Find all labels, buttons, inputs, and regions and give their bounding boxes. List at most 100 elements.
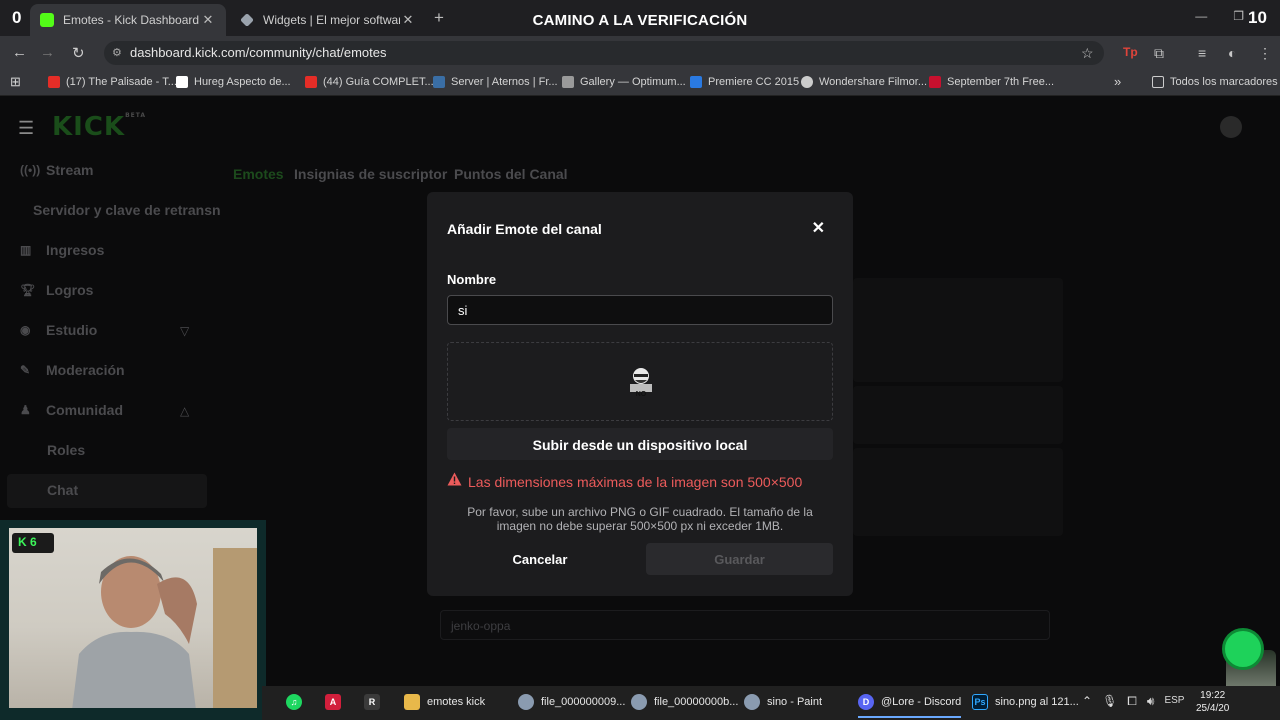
bookmark-item[interactable]: (17) The Palisade - T...: [48, 76, 177, 88]
all-bookmarks[interactable]: Todos los marcadores: [1152, 76, 1278, 88]
microphone-icon[interactable]: 🎙︎: [1102, 694, 1117, 709]
bookmark-item[interactable]: Premiere CC 2015: [690, 76, 799, 88]
sidebar-item-comunidad[interactable]: ♟ Comunidad: [20, 402, 123, 418]
back-arrow-icon[interactable]: ←: [12, 44, 27, 61]
aternos-icon: [433, 76, 445, 88]
taskbar-discord[interactable]: D @Lore - Discord: [858, 694, 962, 718]
forward-arrow-icon[interactable]: →: [40, 44, 55, 61]
close-tab-icon[interactable]: ✕: [200, 12, 216, 28]
hamburger-menu-icon[interactable]: ☰: [18, 118, 34, 139]
apps-grid-icon[interactable]: ⊞: [10, 74, 21, 90]
user-avatar[interactable]: [1220, 116, 1242, 138]
taskbar-clock[interactable]: 19:22 25/4/20: [1196, 689, 1229, 715]
bookmarks-bar: ⊞ (17) The Palisade - T... Hureg Aspecto…: [0, 70, 1280, 96]
background-panel: [853, 386, 1063, 444]
webcam-feed: [9, 528, 257, 708]
folder-icon: [1152, 76, 1164, 88]
death-counter-right: 10: [1248, 8, 1267, 27]
bookmark-item[interactable]: Wondershare Filmor...: [801, 76, 927, 88]
windows-taskbar: ♫ A R emotes kick file_000000009... file…: [262, 686, 1280, 720]
globe-icon: [801, 76, 813, 88]
chevron-up-icon[interactable]: △: [180, 404, 189, 418]
broadcast-icon: ((•)): [20, 163, 41, 177]
chevron-up-icon[interactable]: ⌃: [1082, 694, 1092, 709]
sidebar-item-stream[interactable]: ((•)) Stream: [20, 162, 93, 178]
chart-icon: ▥: [20, 243, 32, 257]
volume-icon[interactable]: 🔊︎: [1147, 694, 1155, 709]
gallery-icon: [562, 76, 574, 88]
tab-puntos[interactable]: Puntos del Canal: [454, 166, 568, 182]
bookmark-item[interactable]: September 7th Free...: [929, 76, 1054, 88]
name-label: Nombre: [447, 272, 497, 287]
tab-title: Emotes - Kick Dashboard: [63, 13, 200, 27]
bookmark-star-icon[interactable]: ☆: [1081, 45, 1094, 62]
save-button[interactable]: Guardar: [646, 543, 833, 575]
minimize-icon[interactable]: —: [1195, 9, 1207, 23]
address-bar-row: ← → ↻ ⚙ dashboard.kick.com/community/cha…: [0, 36, 1280, 70]
profile-avatar-icon[interactable]: ◐: [1228, 45, 1236, 61]
browser-menu-icon[interactable]: ⋮: [1258, 45, 1272, 62]
media-controls-icon[interactable]: ≡: [1198, 45, 1206, 61]
sidebar-active-highlight: [7, 474, 207, 508]
background-input: jenko-oppa: [440, 610, 1050, 640]
site-info-icon[interactable]: ⚙: [112, 46, 122, 59]
chevron-down-icon[interactable]: ▽: [180, 324, 189, 338]
bookmark-item[interactable]: (44) Guía COMPLET...: [305, 76, 434, 88]
tab-widgets[interactable]: Widgets | El mejor software pa ✕: [230, 4, 426, 36]
extensions-puzzle-icon[interactable]: ⧉: [1154, 45, 1164, 62]
taskbar-paint-2[interactable]: file_00000000b...: [631, 694, 738, 710]
kick-logo[interactable]: KICKBETA: [52, 112, 146, 142]
green-bot-icon: [1222, 628, 1264, 670]
kick-favicon-icon: [40, 13, 54, 27]
taskbar-spotify[interactable]: ♫: [286, 694, 309, 710]
discord-icon: D: [858, 694, 874, 710]
taskbar-rockstar[interactable]: R: [364, 694, 387, 710]
sidebar-item-server-key[interactable]: Servidor y clave de retransn: [33, 202, 221, 218]
sidebar-item-moderacion[interactable]: ✎ Moderación: [20, 362, 125, 378]
close-icon[interactable]: ✕: [812, 218, 825, 238]
window-controls: — ❐: [1195, 9, 1244, 23]
cancel-button[interactable]: Cancelar: [447, 543, 633, 575]
photoshop-icon: Ps: [972, 694, 988, 710]
app-a-icon: A: [325, 694, 341, 710]
sidebar-item-chat[interactable]: Chat: [47, 482, 78, 498]
taskbar-explorer[interactable]: emotes kick: [404, 694, 485, 710]
bookmark-item[interactable]: Server | Aternos | Fr...: [433, 76, 558, 88]
paint-icon: [518, 694, 534, 710]
tab-title: Widgets | El mejor software pa: [263, 13, 400, 27]
bookmark-item[interactable]: Gallery — Optimum...: [562, 76, 686, 88]
extension-tp-icon[interactable]: Tp: [1123, 45, 1138, 59]
preview-caption: NO: [636, 391, 647, 397]
tab-kick-dashboard[interactable]: Emotes - Kick Dashboard ✕: [30, 4, 226, 36]
bookmark-item[interactable]: Hureg Aspecto de...: [176, 76, 291, 88]
close-tab-icon[interactable]: ✕: [400, 12, 416, 28]
folder-icon: [404, 694, 420, 710]
tab-insignias[interactable]: Insignias de suscriptor: [294, 166, 447, 182]
sidebar-item-roles[interactable]: Roles: [47, 442, 85, 458]
help-text: Por favor, sube un archivo PNG o GIF cua…: [467, 505, 813, 533]
reload-icon[interactable]: ↻: [72, 44, 85, 62]
taskbar-photoshop[interactable]: Ps sino.png al 121...: [972, 694, 1079, 710]
more-bookmarks-icon[interactable]: »: [1114, 74, 1121, 89]
sidebar-item-ingresos[interactable]: ▥ Ingresos: [20, 242, 104, 258]
taskbar-app-a[interactable]: A: [325, 694, 348, 710]
tab-emotes[interactable]: Emotes: [233, 166, 284, 182]
sidebar-item-logros[interactable]: 🏆︎ Logros: [20, 282, 93, 298]
image-dropzone[interactable]: NO: [447, 342, 833, 421]
restore-icon[interactable]: ❐: [1233, 9, 1244, 23]
url-field[interactable]: ⚙ dashboard.kick.com/community/chat/emot…: [104, 41, 1104, 65]
page-icon: [929, 76, 941, 88]
palette-icon: ◉: [20, 323, 31, 337]
taskbar-paint-3[interactable]: sino - Paint: [744, 694, 822, 710]
sidebar-item-estudio[interactable]: ◉ Estudio: [20, 322, 97, 338]
language-indicator[interactable]: ESP: [1164, 694, 1184, 709]
network-icon[interactable]: ⧠: [1127, 694, 1137, 709]
stream-overlay-title: CAMINO A LA VERIFICACIÓN: [532, 12, 748, 29]
upload-local-button[interactable]: Subir desde un dispositivo local: [447, 428, 833, 460]
kick-viewer-badge: K 6: [12, 533, 54, 553]
death-counter-left: 0: [12, 8, 22, 27]
taskbar-paint-1[interactable]: file_000000009...: [518, 694, 625, 710]
emote-name-input[interactable]: [447, 295, 833, 325]
widgets-favicon-icon: [240, 13, 254, 27]
warning-icon: [447, 472, 462, 486]
